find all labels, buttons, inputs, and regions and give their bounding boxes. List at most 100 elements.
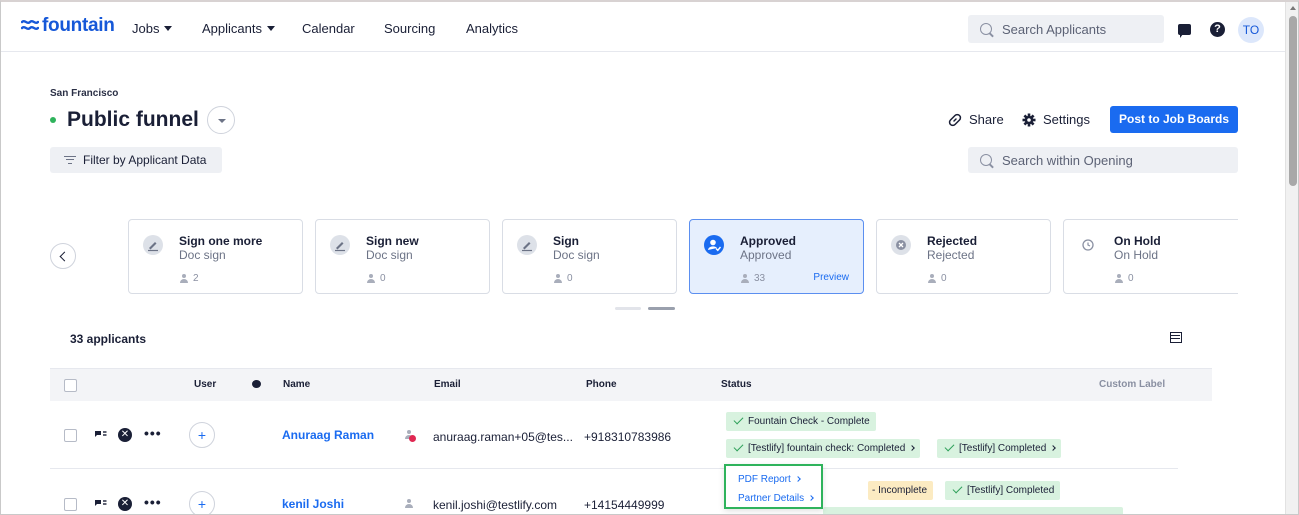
share-button[interactable]: Share — [948, 112, 1004, 127]
scroll-thumb[interactable] — [1289, 16, 1297, 186]
app-frame: fountain Jobs Applicants Calendar Sourci… — [0, 0, 1299, 515]
applicant-name-link[interactable]: kenil Joshi — [282, 497, 344, 511]
table-row[interactable]: ✕ ••• + kenil Joshi kenil.joshi@testlify… — [50, 469, 1178, 514]
chevron-right-icon — [1050, 445, 1057, 451]
nav-calendar[interactable]: Calendar — [302, 21, 355, 36]
opening-dropdown-button[interactable] — [206, 106, 235, 134]
pager-dot-active[interactable] — [648, 307, 675, 310]
post-to-job-boards-button[interactable]: Post to Job Boards — [1110, 106, 1238, 133]
status-tag[interactable]: [Testlify] Completed — [945, 481, 1061, 500]
stage-type: Doc sign — [553, 248, 600, 262]
share-label: Share — [969, 112, 1004, 127]
stage-card-approved[interactable]: Approved Approved 33 Preview — [689, 219, 864, 294]
stage-card-sign[interactable]: Sign Doc sign 0 — [502, 219, 677, 294]
search-within-opening-input[interactable]: Search within Opening — [968, 147, 1238, 173]
pdf-report-link[interactable]: PDF Report — [738, 474, 801, 485]
chevron-right-icon — [808, 495, 814, 501]
signature-icon — [143, 235, 163, 255]
search-applicants-input[interactable]: Search Applicants — [968, 15, 1164, 43]
filter-by-applicant-data-button[interactable]: Filter by Applicant Data — [50, 147, 222, 173]
settings-button[interactable]: Settings — [1022, 112, 1090, 127]
nav-applicants-label: Applicants — [202, 21, 262, 36]
user-avatar[interactable]: TO — [1238, 17, 1264, 43]
check-icon — [733, 414, 744, 425]
status-tag[interactable]: [Testlify] fountain check: Completed — [726, 439, 921, 458]
stage-count-value: 0 — [567, 273, 573, 284]
search-icon — [980, 154, 992, 166]
stage-card-rejected[interactable]: Rejected Rejected 0 — [876, 219, 1051, 294]
column-phone[interactable]: Phone — [586, 379, 617, 390]
stage-count: 33 — [740, 273, 765, 284]
applicant-name-link[interactable]: Anuraag Raman — [282, 428, 374, 442]
opening-title-row: Public funnel — [50, 106, 235, 134]
stage-type: On Hold — [1114, 248, 1159, 262]
person-icon — [1114, 274, 1123, 283]
nav-jobs[interactable]: Jobs — [132, 21, 173, 36]
row-checkbox[interactable] — [64, 498, 77, 511]
search-icon — [980, 23, 992, 35]
assign-user-button[interactable]: + — [189, 422, 215, 448]
stage-count: 0 — [927, 273, 947, 284]
stage-card-sign-one-more[interactable]: Sign one more Doc sign 2 — [128, 219, 303, 294]
stage-count: 2 — [179, 273, 199, 284]
pdf-report-label: PDF Report — [738, 474, 791, 485]
settings-label: Settings — [1043, 112, 1090, 127]
stage-type: Doc sign — [179, 248, 226, 262]
status-tag[interactable] — [823, 507, 1123, 514]
column-status[interactable]: Status — [721, 379, 752, 390]
nav-jobs-label: Jobs — [132, 21, 160, 36]
scroll-up-arrow-icon[interactable] — [1290, 6, 1296, 10]
nav-analytics[interactable]: Analytics — [466, 21, 518, 36]
column-email[interactable]: Email — [434, 379, 461, 390]
stage-card-sign-new[interactable]: Sign new Doc sign 0 — [315, 219, 490, 294]
partner-details-link[interactable]: Partner Details — [738, 493, 814, 504]
person-icon — [553, 274, 562, 283]
column-user: User — [194, 379, 217, 390]
pager-dot[interactable] — [615, 307, 641, 310]
status-tag[interactable]: - Incomplete — [868, 481, 934, 500]
chevron-right-icon — [909, 445, 916, 451]
approved-user-icon — [704, 235, 724, 255]
status-tag-label: [Testlify] Completed — [959, 443, 1047, 454]
alert-badge-icon — [409, 435, 416, 442]
stage-count-value: 2 — [193, 273, 199, 284]
logo-mark-icon — [21, 19, 39, 31]
more-actions-icon[interactable]: ••• — [144, 425, 162, 441]
stage-card-on-hold[interactable]: On Hold On Hold 0 — [1063, 219, 1238, 294]
reject-applicant-icon[interactable]: ✕ — [118, 497, 132, 511]
table-row[interactable]: ✕ ••• + Anuraag Raman anuraag.raman+05@t… — [50, 401, 1178, 469]
status-tag[interactable]: [Testlify] Completed — [937, 439, 1062, 458]
nav-sourcing[interactable]: Sourcing — [384, 21, 435, 36]
status-tag-label: - Incomplete — [872, 485, 928, 496]
stage-count: 0 — [1114, 273, 1134, 284]
stage-name: On Hold — [1114, 234, 1161, 248]
stage-count-value: 0 — [941, 273, 947, 284]
assign-user-button[interactable]: + — [189, 491, 215, 514]
caret-down-icon — [266, 26, 275, 31]
columns-icon[interactable] — [1170, 332, 1182, 343]
reject-applicant-icon[interactable]: ✕ — [118, 428, 132, 442]
reject-icon — [891, 235, 911, 255]
stage-preview-link[interactable]: Preview — [813, 272, 849, 283]
help-icon[interactable]: ? — [1210, 22, 1225, 37]
column-name[interactable]: Name — [283, 379, 310, 390]
fountain-logo[interactable]: fountain — [21, 15, 115, 37]
carousel-prev-button[interactable] — [50, 243, 76, 269]
status-tag[interactable]: Fountain Check - Complete — [726, 412, 876, 431]
column-custom-label[interactable]: Custom Label — [1099, 379, 1165, 390]
stage-name: Sign new — [366, 234, 419, 248]
chat-icon[interactable] — [1178, 24, 1191, 38]
stage-type: Rejected — [927, 248, 975, 262]
message-status-icon[interactable] — [94, 430, 107, 440]
stage-type: Doc sign — [366, 248, 413, 262]
page-scrollbar[interactable] — [1285, 2, 1298, 514]
row-checkbox[interactable] — [64, 429, 77, 442]
stage-count-value: 0 — [1128, 273, 1134, 284]
nav-applicants[interactable]: Applicants — [202, 21, 275, 36]
check-icon — [952, 483, 963, 494]
person-icon — [366, 274, 375, 283]
message-status-icon[interactable] — [94, 499, 107, 509]
select-all-checkbox[interactable] — [64, 379, 77, 392]
applicant-profile-icon — [405, 499, 415, 509]
more-actions-icon[interactable]: ••• — [144, 494, 162, 510]
